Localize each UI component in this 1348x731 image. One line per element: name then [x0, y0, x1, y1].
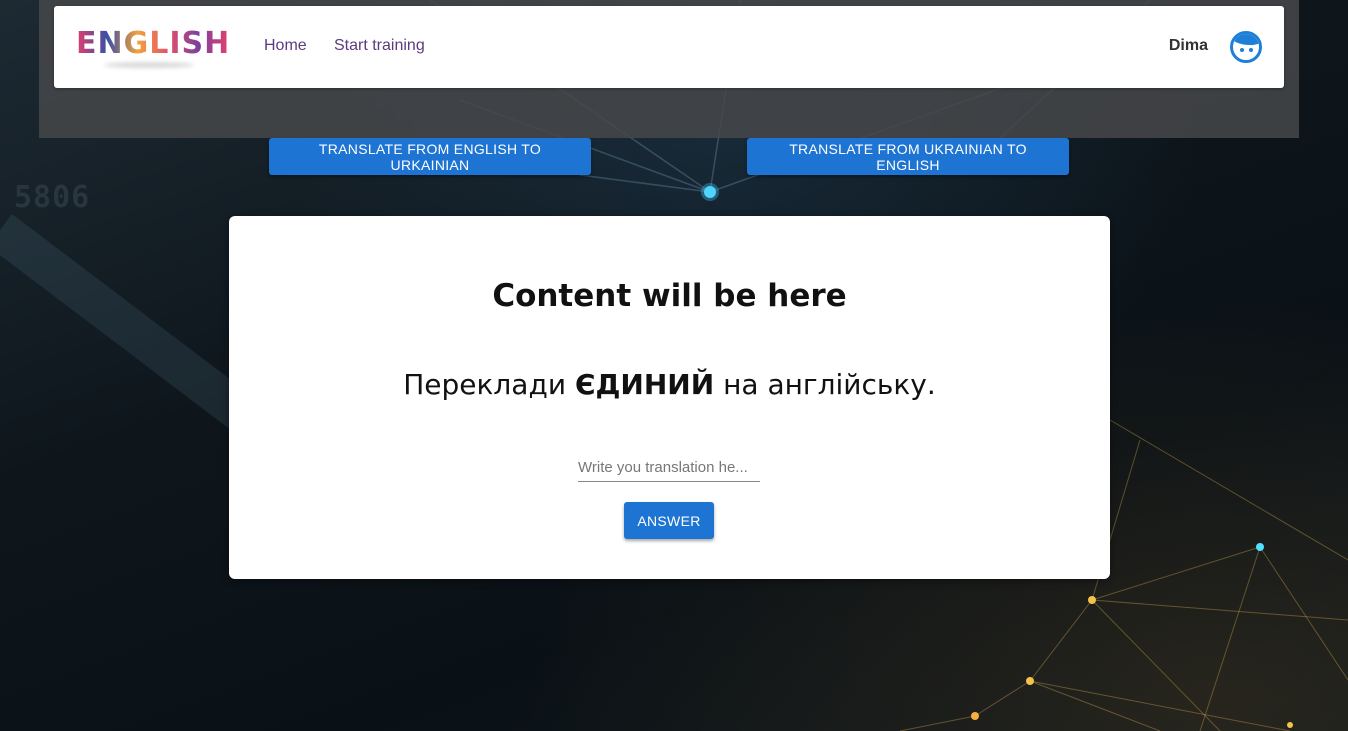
prompt-text-after: на англійську. — [714, 368, 936, 401]
navbar: ENGLISH Home Start training Dima — [54, 6, 1284, 88]
prompt-word: ЄДИНИЙ — [574, 368, 715, 401]
answer-button[interactable]: ANSWER — [624, 502, 714, 539]
translation-prompt: Переклади ЄДИНИЙ на англійську. — [229, 368, 1110, 401]
exercise-card: Content will be here Переклади ЄДИНИЙ на… — [229, 216, 1110, 579]
card-title: Content will be here — [492, 278, 847, 314]
logo-shadow — [104, 62, 194, 68]
logo-text: ENGLISH — [76, 26, 231, 61]
nav-link-start-training[interactable]: Start training — [334, 37, 425, 55]
user-avatar-icon[interactable] — [1230, 31, 1262, 63]
brand-logo[interactable]: ENGLISH — [74, 24, 229, 70]
nav-link-home[interactable]: Home — [264, 37, 307, 55]
prompt-text-before: Переклади — [403, 368, 575, 401]
avatar-hair — [1233, 34, 1259, 45]
avatar-eye-right — [1249, 48, 1253, 52]
background-number: 5806 — [14, 180, 91, 215]
translate-ua-to-en-button[interactable]: TRANSLATE FROM UKRAINIAN TO ENGLISH — [747, 138, 1069, 175]
translation-input[interactable] — [578, 454, 760, 482]
user-name[interactable]: Dima — [1169, 37, 1208, 55]
translate-en-to-ua-button[interactable]: TRANSLATE FROM ENGLISH TO URKAINIAN — [269, 138, 591, 175]
avatar-eye-left — [1240, 48, 1244, 52]
